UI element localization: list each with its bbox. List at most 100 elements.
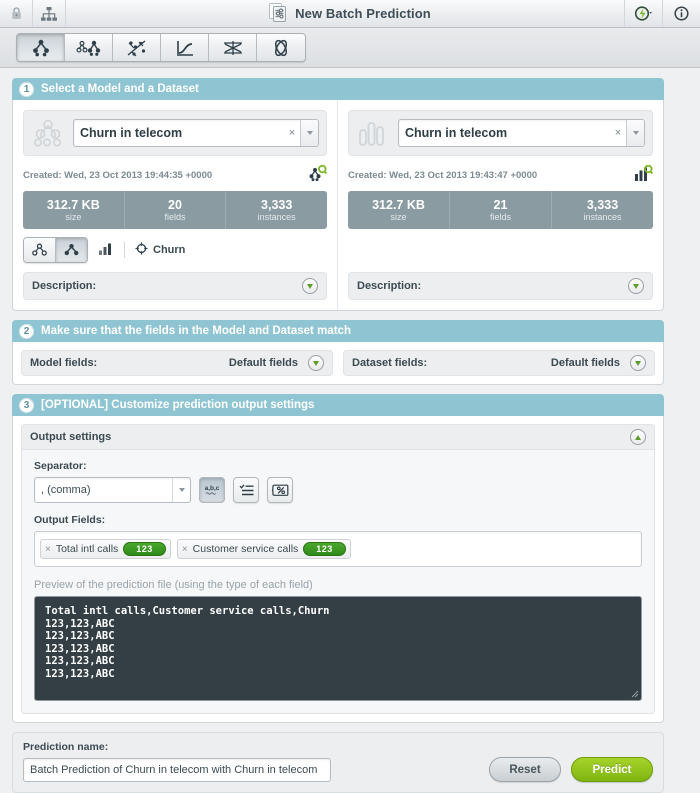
model-stat-instances-value: 3,333: [261, 198, 292, 212]
model-search-icon[interactable]: [308, 165, 327, 185]
dataset-description-expand-icon[interactable]: [628, 278, 644, 294]
model-stat-fields-value: 20: [168, 198, 182, 212]
window-title-bar: New Batch Prediction: [0, 0, 700, 28]
preview-line: 123,123,ABC: [45, 668, 631, 681]
model-dataset-panels: × Created: Wed, 23 Oct 2013 19:44:35 +00…: [12, 100, 664, 311]
dataset-stat-fields-value: 21: [494, 198, 508, 212]
correlation-icon[interactable]: [257, 34, 305, 61]
model-fields-cell[interactable]: Model fields: Default fields: [21, 350, 333, 376]
section-1-header: 1 Select a Model and a Dataset: [12, 78, 664, 100]
dataset-fields-cell[interactable]: Dataset fields: Default fields: [343, 350, 655, 376]
histogram-icon[interactable]: [98, 242, 114, 259]
model-dropdown-caret-icon[interactable]: [300, 120, 318, 146]
model-view-outline-icon[interactable]: [24, 238, 56, 262]
dataset-fields-expand-icon[interactable]: [630, 355, 646, 371]
cluster-icon[interactable]: [113, 34, 161, 61]
model-description-expand-icon[interactable]: [302, 278, 318, 294]
model-description-bar[interactable]: Description:: [23, 272, 327, 300]
dataset-search-icon[interactable]: [634, 165, 653, 185]
dataset-stat-fields-label: fields: [490, 212, 511, 223]
dataset-stats: 312.7 KB size 21 fields 3,333 instances: [348, 191, 653, 229]
output-settings-label: Output settings: [30, 431, 111, 443]
dataset-fields-value: Default fields: [551, 357, 630, 369]
model-tree-icon: [31, 118, 65, 148]
prediction-name-input[interactable]: [23, 758, 331, 782]
remove-field-icon[interactable]: ×: [45, 544, 51, 555]
remove-field-icon[interactable]: ×: [182, 544, 188, 555]
dataset-stat-size: 312.7 KB size: [348, 191, 450, 229]
output-field-name: Customer service calls: [193, 543, 299, 555]
divider: [124, 242, 125, 258]
preview-line: 123,123,ABC: [45, 618, 631, 631]
output-settings-collapse-icon[interactable]: [630, 429, 646, 445]
preview-hint-text: (using the type of each field): [175, 579, 313, 591]
dataset-stat-instances-value: 3,333: [587, 198, 618, 212]
model-fields-label: Model fields:: [30, 357, 97, 369]
dataset-fields-label: Dataset fields:: [352, 357, 427, 369]
dataset-created-row: Created: Wed, 23 Oct 2013 19:43:47 +0000: [348, 165, 653, 185]
preview-line: 123,123,ABC: [45, 643, 631, 656]
output-field-tag[interactable]: × Total intl calls 123: [40, 539, 171, 559]
anomaly-icon[interactable]: [161, 34, 209, 61]
headers-abc-icon[interactable]: a,b,c: [199, 477, 225, 503]
dataset-combobox[interactable]: ×: [398, 119, 645, 147]
separator-caret-icon[interactable]: [172, 478, 190, 502]
model-select-row: ×: [23, 110, 327, 156]
network-icon[interactable]: [33, 0, 66, 27]
locale-format-icon[interactable]: [267, 477, 293, 503]
model-stat-size: 312.7 KB size: [23, 191, 125, 229]
separator-row: , (comma) a,b,c: [34, 477, 642, 503]
model-search-input[interactable]: [74, 120, 284, 146]
separator-select[interactable]: , (comma): [34, 477, 191, 503]
section-3-header: 3 [OPTIONAL] Customize prediction output…: [12, 394, 664, 416]
output-settings-box: Output settings Separator: , (comma) a,b…: [12, 416, 664, 723]
model-panel: × Created: Wed, 23 Oct 2013 19:44:35 +00…: [13, 100, 338, 310]
resize-grip-icon[interactable]: [631, 690, 639, 698]
preview-label-text: Preview of the prediction file: [34, 579, 172, 591]
model-stat-size-label: size: [65, 212, 81, 223]
section-1-number: 1: [19, 82, 34, 97]
dataset-search-input[interactable]: [399, 120, 610, 146]
model-view-toggle-group: [23, 237, 88, 263]
dataset-created-text: Created: Wed, 23 Oct 2013 19:43:47 +0000: [348, 170, 537, 181]
target-icon: [135, 242, 148, 258]
fields-match-box: Model fields: Default fields Dataset fie…: [12, 342, 664, 385]
energy-icon[interactable]: [624, 0, 662, 27]
dataset-stat-fields: 21 fields: [450, 191, 552, 229]
model-combobox[interactable]: ×: [73, 119, 319, 147]
dataset-panel: × Created: Wed, 23 Oct 2013 19:43:47 +00…: [338, 100, 663, 310]
model-icon[interactable]: [17, 34, 65, 61]
output-settings-body: Separator: , (comma) a,b,c Output Fields…: [21, 450, 655, 714]
model-created-text: Created: Wed, 23 Oct 2013 19:44:35 +0000: [23, 170, 212, 181]
action-footer: Prediction name: Reset Predict: [12, 732, 664, 793]
dataset-stat-size-label: size: [390, 212, 406, 223]
model-stat-fields: 20 fields: [125, 191, 227, 229]
dataset-dropdown-caret-icon[interactable]: [626, 120, 644, 146]
dataset-clear-icon[interactable]: ×: [610, 120, 626, 146]
preview-textarea[interactable]: Total intl calls,Customer service calls,…: [34, 596, 642, 701]
dataset-stat-size-value: 312.7 KB: [372, 198, 425, 212]
info-icon[interactable]: [662, 0, 700, 27]
dataset-bars-icon: [356, 118, 390, 148]
model-objective: Churn: [135, 242, 185, 258]
list-fields-icon[interactable]: [233, 477, 259, 503]
association-icon[interactable]: [209, 34, 257, 61]
ensemble-icon[interactable]: [65, 34, 113, 61]
preview-line: 123,123,ABC: [45, 655, 631, 668]
model-fields-value: Default fields: [229, 357, 308, 369]
section-3-title: [OPTIONAL] Customize prediction output s…: [41, 399, 314, 411]
model-fields-expand-icon[interactable]: [308, 355, 324, 371]
output-field-tag[interactable]: × Customer service calls 123: [177, 539, 351, 559]
lock-icon[interactable]: [0, 0, 33, 27]
model-stat-size-value: 312.7 KB: [47, 198, 100, 212]
model-view-filled-icon[interactable]: [56, 238, 87, 262]
output-fields-label: Output Fields:: [34, 514, 642, 526]
model-clear-icon[interactable]: ×: [284, 120, 300, 146]
output-fields-well[interactable]: × Total intl calls 123 × Customer servic…: [34, 531, 642, 567]
model-created-row: Created: Wed, 23 Oct 2013 19:44:35 +0000: [23, 165, 327, 185]
resource-type-toolbar: [0, 28, 700, 68]
dataset-description-label: Description:: [357, 280, 421, 292]
model-stat-instances-label: instances: [258, 212, 296, 223]
dataset-description-bar[interactable]: Description:: [348, 272, 653, 300]
output-settings-header[interactable]: Output settings: [21, 424, 655, 450]
